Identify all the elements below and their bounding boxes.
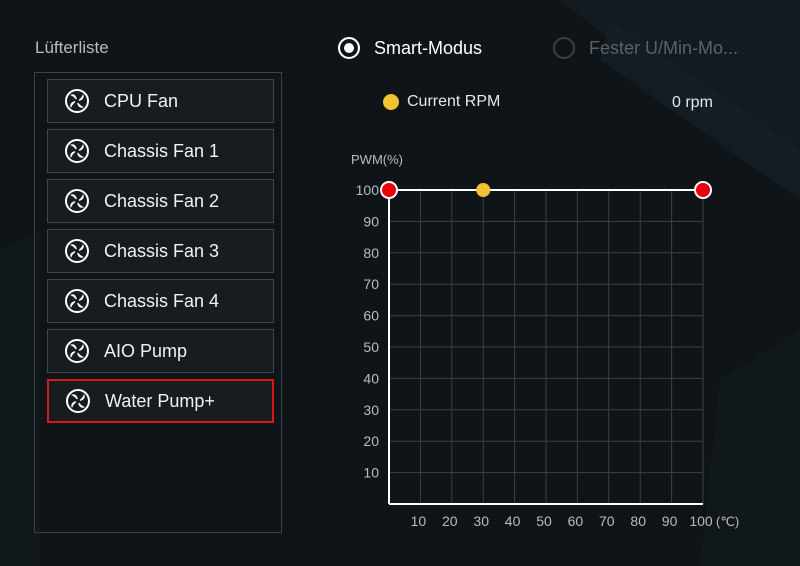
y-tick-label: 30: [363, 402, 379, 418]
y-tick-label: 10: [363, 465, 379, 481]
x-tick-label: 60: [568, 513, 584, 529]
y-tick-label: 50: [363, 339, 379, 355]
fan-curve-chart[interactable]: PWM(%) 100 90 80 70 60 50 40 30 20 10 10 20 30 40 50 60 7…: [0, 0, 800, 566]
x-tick-label: 50: [536, 513, 552, 529]
x-tick-label: 80: [630, 513, 646, 529]
x-tick-label: 100: [689, 513, 713, 529]
curve-control-point[interactable]: [694, 181, 712, 199]
y-axis-label: PWM(%): [351, 152, 403, 167]
x-tick-label: 20: [442, 513, 458, 529]
y-tick-label: 70: [363, 276, 379, 292]
y-tick-label: 40: [363, 370, 379, 386]
x-tick-label: 90: [662, 513, 678, 529]
current-rpm-point: [476, 183, 491, 197]
curve-control-point[interactable]: [380, 181, 398, 199]
x-tick-label: 10: [411, 513, 427, 529]
x-axis-label: (℃): [716, 514, 739, 529]
x-tick-label: 40: [505, 513, 521, 529]
x-tick-label: 70: [599, 513, 615, 529]
x-tick-label: 30: [473, 513, 489, 529]
y-tick-label: 100: [356, 182, 380, 198]
y-tick-label: 90: [363, 213, 379, 229]
y-tick-label: 80: [363, 245, 379, 261]
y-tick-label: 20: [363, 433, 379, 449]
y-tick-label: 60: [363, 308, 379, 324]
